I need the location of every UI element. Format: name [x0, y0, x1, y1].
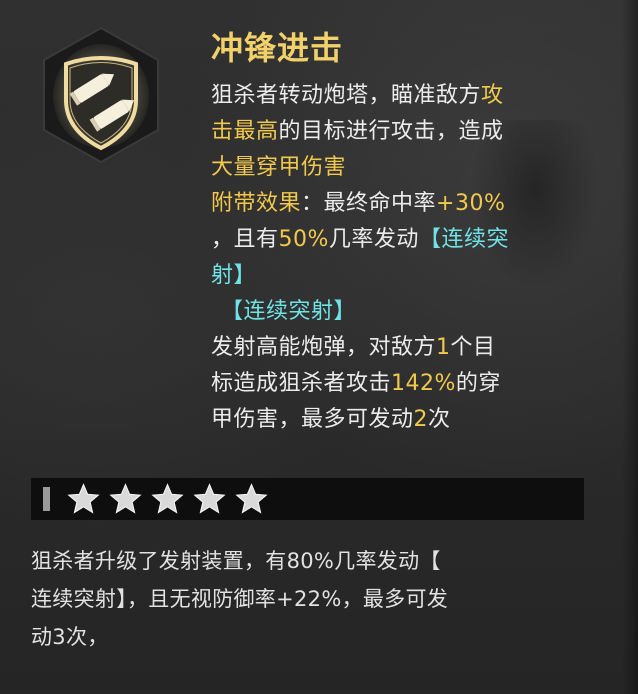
- skill-emblem: [40, 26, 162, 164]
- skill-title: 冲锋进击: [211, 29, 344, 67]
- description-line: 发射高能炮弹，对敌方1个目: [211, 330, 591, 366]
- panel-edge-shadow: [622, 0, 638, 694]
- description-text: 发射高能炮弹，对敌方: [211, 335, 437, 360]
- description-line: 标造成狙杀者攻击142%的穿: [211, 366, 591, 402]
- subskill-name-line: 【连续突射】: [211, 294, 591, 330]
- star-icon: [109, 483, 142, 514]
- description-text: 甲伤害，最多可发动: [211, 407, 414, 432]
- star-icon: [193, 483, 226, 514]
- description-text: 次: [428, 407, 451, 432]
- description-line: 甲伤害，最多可发动2次: [211, 402, 591, 438]
- highlight-text: 攻: [481, 83, 504, 108]
- star-level-bar: [31, 478, 584, 520]
- description-text: 个目: [450, 335, 496, 360]
- description-line: 狙杀者转动炮塔，瞄准敌方攻: [211, 78, 591, 114]
- description-text: 狙杀者转动炮塔，瞄准敌方: [211, 83, 482, 108]
- highlight-text: 142%: [391, 371, 456, 396]
- upgrade-line: 连续突射】，且无视防御率+22%，最多可发: [31, 587, 449, 611]
- description-text: 的穿: [455, 371, 501, 396]
- highlight-text: 击最高: [211, 119, 279, 144]
- description-text: 的目标进行攻击，造成: [278, 119, 504, 144]
- star-icon: [67, 483, 100, 514]
- description-line: 大量穿甲伤害: [211, 150, 591, 186]
- description-text: 几率发动: [328, 227, 419, 252]
- upgrade-description: 狙杀者升级了发射装置，有80%几率发动【 连续突射】，且无视防御率+22%，最多…: [31, 542, 591, 656]
- star-icon: [235, 483, 268, 514]
- upgrade-line: 狙杀者升级了发射装置，有80%几率发动【: [31, 549, 441, 573]
- description-text: ：最终命中率: [301, 191, 437, 216]
- highlight-text: +30%: [436, 191, 506, 216]
- description-text: ，且有: [211, 227, 279, 252]
- skill-description: 狙杀者转动炮塔，瞄准敌方攻 击最高的目标进行攻击，造成 大量穿甲伤害 附带效果：…: [211, 78, 591, 438]
- description-line: 击最高的目标进行攻击，造成: [211, 114, 591, 150]
- highlight-text: 附带效果: [211, 191, 302, 216]
- upgrade-line: 动3次，: [31, 625, 109, 649]
- description-line: ，且有50%几率发动【连续突: [211, 222, 591, 258]
- highlight-text: 50%: [278, 227, 329, 252]
- description-text: 标造成狙杀者攻击: [211, 371, 392, 396]
- subskill-name: 【连续突射】: [221, 299, 357, 324]
- description-line: 射】: [211, 258, 591, 294]
- star-rating: [67, 482, 268, 516]
- star-icon: [151, 483, 184, 514]
- subskill-link[interactable]: 射】: [211, 263, 256, 288]
- highlight-text: 2: [413, 407, 429, 432]
- subskill-link[interactable]: 【连续突: [419, 227, 509, 252]
- description-line: 附带效果：最终命中率+30%: [211, 186, 591, 222]
- twin-shells-shield-icon: [43, 26, 159, 164]
- bar-grip: [43, 487, 50, 511]
- highlight-text: 1: [436, 335, 451, 360]
- highlight-text: 大量穿甲伤害: [211, 155, 347, 180]
